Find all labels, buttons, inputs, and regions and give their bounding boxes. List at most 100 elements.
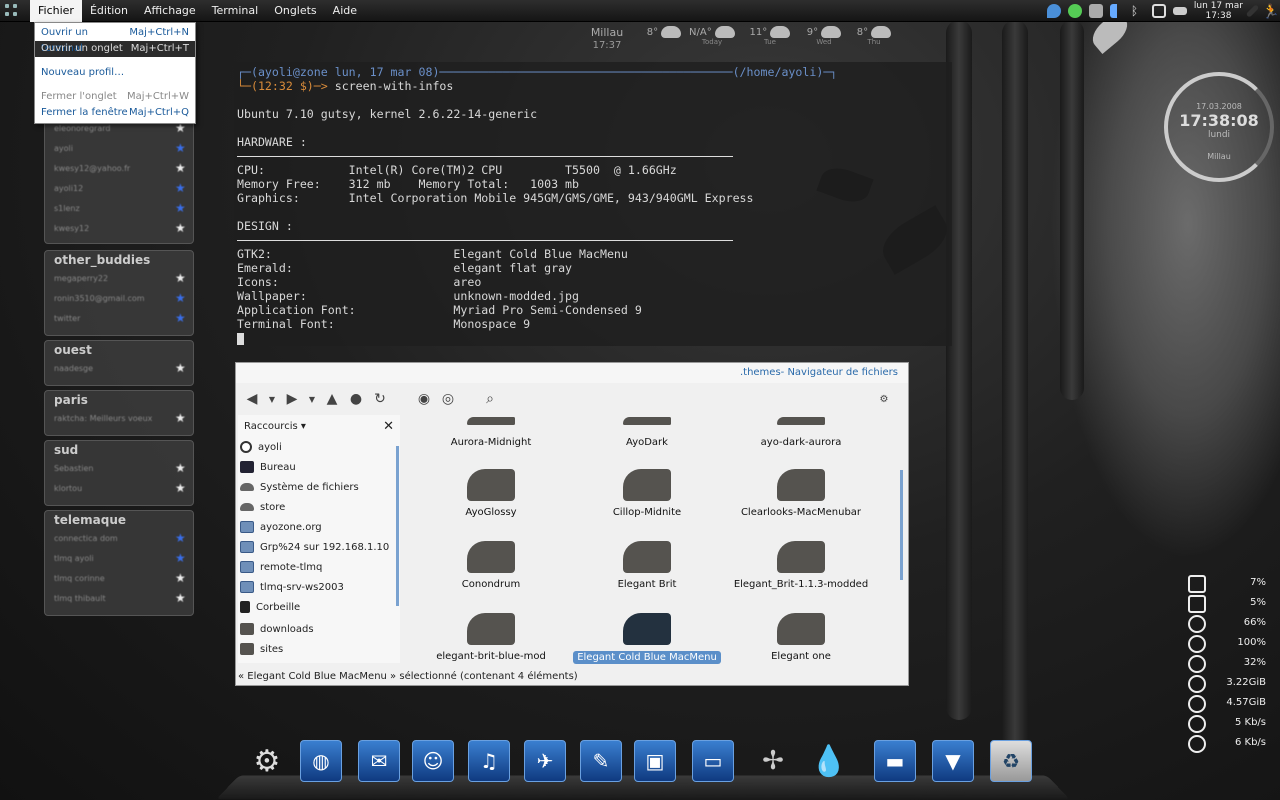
terminal-window[interactable]: ┌─(ayoli@zone lun, 17 mar 08)───────────…	[234, 62, 952, 346]
buddy[interactable]: tlmq thibault ★	[45, 589, 193, 609]
home-icon[interactable]: ◉	[416, 391, 432, 407]
forward-arrow-icon[interactable]: ▶	[284, 391, 300, 407]
buddy[interactable]: kwesy12 ★	[45, 219, 193, 239]
menu-terminal[interactable]: Terminal	[204, 0, 267, 22]
buddy[interactable]: twitter ★	[45, 309, 193, 329]
smiley-icon[interactable]: ☺	[412, 740, 454, 782]
folder-item[interactable]: elegant-brit-blue-mod	[416, 613, 566, 662]
star-icon[interactable]: ★	[175, 202, 186, 214]
buddy-group-title[interactable]: paris	[45, 391, 193, 409]
pen-icon[interactable]	[1245, 4, 1260, 18]
gimp-icon[interactable]: ✎	[580, 740, 622, 782]
airplane-icon[interactable]: ✈	[524, 740, 566, 782]
sidebar-item-downloads[interactable]: downloads	[238, 619, 400, 639]
battery-icon[interactable]	[1151, 4, 1166, 18]
folder-item-selected[interactable]: Elegant Cold Blue MacMenu	[572, 613, 722, 664]
sidebar-item-tlmq-srv[interactable]: tlmq-srv-ws2003	[238, 577, 400, 597]
drive-icon[interactable]: ▬	[874, 740, 916, 782]
menu-item-open-tab[interactable]: Ouvrir un onglet Maj+Ctrl+T	[35, 41, 195, 57]
mail-icon[interactable]: ✉	[358, 740, 400, 782]
sidebar-item-grp24[interactable]: Grp%24 sur 192.168.1.10	[238, 537, 400, 557]
buddy[interactable]: naadesge ★	[45, 359, 193, 379]
menu-item-open-terminal[interactable]: Ouvrir un terminal Maj+Ctrl+N	[35, 25, 195, 54]
folder-item[interactable]: Conondrum	[416, 541, 566, 590]
buddy[interactable]: klortou ★	[45, 479, 193, 499]
menu-onglets[interactable]: Onglets	[266, 0, 324, 22]
running-man-icon[interactable]: 🏃	[1262, 4, 1279, 20]
buddy[interactable]: Sebastien ★	[45, 459, 193, 479]
star-icon[interactable]: ★	[175, 272, 186, 284]
buddy[interactable]: tlmq ayoli ★	[45, 549, 193, 569]
star-icon[interactable]: ★	[175, 162, 186, 174]
buddy-group-title[interactable]: other_buddies	[45, 251, 193, 269]
buddy[interactable]: s1lenz ★	[45, 199, 193, 219]
sidebar-item-ayoli[interactable]: ayoli	[238, 437, 400, 457]
star-icon[interactable]: ★	[175, 142, 186, 154]
reload-icon[interactable]: ↻	[372, 391, 388, 407]
trash-icon[interactable]: ♻	[990, 740, 1032, 782]
sidebar-scrollbar[interactable]	[396, 446, 399, 606]
settings-icon[interactable]: ⚙	[246, 740, 288, 782]
buddy[interactable]: ayoli12 ★	[45, 179, 193, 199]
star-icon[interactable]: ★	[175, 412, 186, 424]
sidebar-item-ayozone[interactable]: ayozone.org	[238, 517, 400, 537]
star-icon[interactable]: ★	[175, 532, 186, 544]
bluetooth-icon[interactable]: ᛒ	[1131, 4, 1145, 18]
buddy[interactable]: connectica dom ★	[45, 529, 193, 549]
drive-icon[interactable]	[1088, 4, 1103, 18]
buddy-group-title[interactable]: ouest	[45, 341, 193, 359]
buddy-group-title[interactable]: sud	[45, 441, 193, 459]
folder-item[interactable]: AyoDark	[572, 417, 722, 448]
menu-affichage[interactable]: Affichage	[136, 0, 204, 22]
sidebar-item-filesystem[interactable]: Système de fichiers	[238, 477, 400, 497]
star-icon[interactable]: ★	[175, 312, 186, 324]
stop-icon[interactable]: ●	[348, 391, 364, 407]
menu-item-close-tab[interactable]: Fermer l'onglet Maj+Ctrl+W	[35, 89, 195, 105]
up-arrow-icon[interactable]: ▲	[324, 391, 340, 407]
headphones-icon[interactable]: ♫	[468, 740, 510, 782]
globe-icon[interactable]: ◍	[300, 740, 342, 782]
menu-item-new-profile[interactable]: Nouveau profil…	[35, 65, 195, 81]
content-scrollbar[interactable]	[900, 470, 903, 580]
folder-item[interactable]: Clearlooks-MacMenubar	[726, 469, 876, 518]
shortcuts-dropdown[interactable]: Raccourcis ▾	[244, 421, 306, 432]
terminal-icon[interactable]: ▭	[692, 740, 734, 782]
sidebar-item-remote-tlmq[interactable]: remote-tlmq	[238, 557, 400, 577]
folder-item[interactable]: AyoGlossy	[416, 469, 566, 518]
sidebar-item-corbeille[interactable]: Corbeille	[238, 597, 400, 617]
chevron-down-icon[interactable]: ▼	[308, 391, 316, 407]
back-arrow-icon[interactable]: ◀	[244, 391, 260, 407]
star-icon[interactable]: ★	[175, 592, 186, 604]
buddy[interactable]: megaperry22 ★	[45, 269, 193, 289]
sidebar-item-sites[interactable]: sites	[238, 639, 400, 659]
water-drop-icon[interactable]: 💧	[808, 740, 850, 782]
signal-strength-icon[interactable]	[1109, 4, 1124, 18]
buddy-group-title[interactable]: telemaque	[45, 511, 193, 529]
star-icon[interactable]: ★	[175, 182, 186, 194]
close-icon[interactable]: ✕	[383, 419, 394, 434]
compiz-icon[interactable]: ✢	[752, 740, 794, 782]
star-icon[interactable]: ★	[175, 552, 186, 564]
star-icon[interactable]: ★	[175, 572, 186, 584]
applications-icon[interactable]	[5, 4, 19, 18]
folder-item[interactable]: Cillop-Midnite	[572, 469, 722, 518]
menu-item-close-window[interactable]: Fermer la fenêtre Maj+Ctrl+Q	[35, 105, 195, 121]
star-icon[interactable]: ★	[175, 122, 186, 134]
buddy[interactable]: raktcha: Meilleurs voeux ★	[45, 409, 193, 429]
window-title[interactable]: .themes- Navigateur de fichiers	[236, 363, 908, 383]
buddy[interactable]: kwesy12@yahoo.fr ★	[45, 159, 193, 179]
water-drop-icon[interactable]	[1046, 4, 1061, 18]
buddy[interactable]: tlmq corinne ★	[45, 569, 193, 589]
menu-aide[interactable]: Aide	[325, 0, 365, 22]
star-icon[interactable]: ★	[175, 482, 186, 494]
folder-item[interactable]: Elegant_Brit-1.1.3-modded	[726, 541, 876, 590]
menu-edition[interactable]: Édition	[82, 0, 136, 22]
buddy[interactable]: ronin3510@gmail.com ★	[45, 289, 193, 309]
buddy[interactable]: ayoli ★	[45, 139, 193, 159]
down-arrow-icon[interactable]: ▼	[932, 740, 974, 782]
star-icon[interactable]: ★	[175, 222, 186, 234]
search-icon[interactable]: ⌕	[482, 391, 498, 407]
menu-fichier[interactable]: Fichier	[30, 0, 82, 22]
folder-item[interactable]: Elegant one	[726, 613, 876, 662]
folder-item[interactable]: Elegant Brit	[572, 541, 722, 590]
